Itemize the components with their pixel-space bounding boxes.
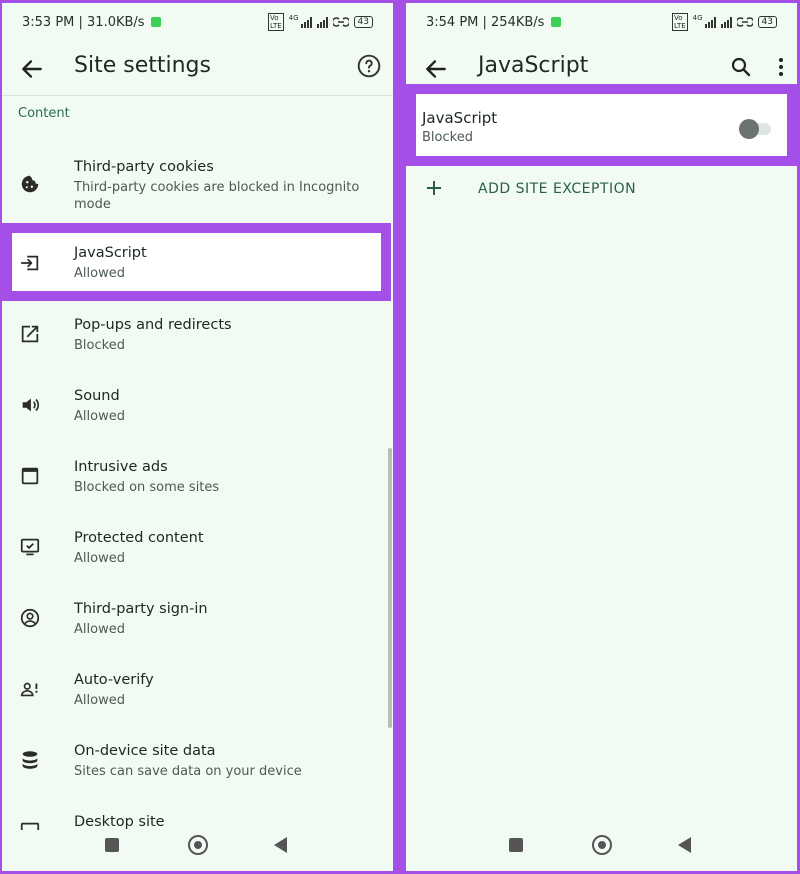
search-icon[interactable] [729,55,753,79]
setting-protected-content[interactable]: Protected content Allowed [2,526,393,586]
volte-icon: Vo LTE [268,13,284,31]
setting-title: On-device site data [74,743,216,759]
javascript-toggle[interactable] [739,119,771,139]
home-icon[interactable] [188,835,208,855]
cookie-icon [21,175,39,193]
setting-subtitle: Sites can save data on your device [74,764,302,779]
volte-icon: Vo LTE [672,13,688,31]
sound-icon [22,398,40,412]
status-bar: 3:54 PM | 254KB/s Vo LTE 4G 43 [406,3,797,45]
page-title: JavaScript [478,53,589,78]
header-divider [2,95,393,96]
scrollbar[interactable] [388,448,392,728]
setting-on-device-site-data[interactable]: On-device site data Sites can save data … [2,739,393,799]
setting-subtitle: Blocked [74,338,125,353]
signal-icon [300,16,312,28]
setting-javascript[interactable]: JavaScript Allowed [2,233,393,291]
page-title: Site settings [74,53,211,78]
help-icon[interactable] [356,53,382,79]
section-label-content: Content [18,106,70,121]
signal-2-icon [720,16,732,28]
setting-subtitle: Third-party cookies are blocked in Incog… [74,180,360,212]
battery-icon: 43 [757,16,777,28]
setting-title: Intrusive ads [74,459,168,475]
setting-title: Pop-ups and redirects [74,317,232,333]
setting-third-party-cookies[interactable]: Third-party cookies Third-party cookies … [2,153,393,219]
setting-title: JavaScript [74,245,147,261]
recents-icon[interactable] [105,838,119,852]
sign-in-icon [20,608,40,628]
app-bar: Site settings [2,45,393,95]
status-time: 3:53 PM | 31.0KB/s [22,15,161,30]
setting-title: Third-party sign-in [74,601,208,617]
navigation-bar [2,823,393,871]
setting-popups[interactable]: Pop-ups and redirects Blocked [2,313,393,373]
setting-sound[interactable]: Sound Allowed [2,384,393,444]
link-icon [332,17,349,27]
home-icon[interactable] [592,835,612,855]
setting-subtitle: Allowed [74,266,125,281]
plus-icon [427,181,441,195]
battery-icon: 43 [353,16,373,28]
setting-title: Protected content [74,530,204,546]
setting-title: Auto-verify [74,672,154,688]
status-icons: Vo LTE 4G 43 [268,13,373,31]
more-options-icon[interactable] [775,55,787,79]
popup-icon [21,325,39,343]
back-arrow-icon[interactable] [423,56,449,82]
javascript-setting-title: JavaScript [422,109,498,127]
nav-back-icon[interactable] [274,837,287,853]
status-time: 3:54 PM | 254KB/s [426,15,561,30]
status-icons: Vo LTE 4G 43 [672,13,777,31]
signal-2-icon [316,16,328,28]
navigation-bar [406,823,797,871]
auto-verify-icon [20,682,38,697]
setting-subtitle: Allowed [74,622,125,637]
network-4g-icon: 4G [288,14,299,22]
site-settings-screen: 3:53 PM | 31.0KB/s Vo LTE 4G 43 Site sett… [2,3,393,871]
back-arrow-icon[interactable] [19,56,45,82]
setting-title: Third-party cookies [74,159,214,175]
add-site-exception-label: ADD SITE EXCEPTION [478,181,637,197]
javascript-icon [20,255,39,271]
toggle-thumb [739,119,759,139]
setting-auto-verify[interactable]: Auto-verify Allowed [2,668,393,728]
recents-icon[interactable] [509,838,523,852]
javascript-setting-status: Blocked [422,130,473,145]
protected-content-icon [20,538,40,556]
setting-subtitle: Allowed [74,409,125,424]
link-icon [736,17,753,27]
setting-subtitle: Allowed [74,551,125,566]
status-bar: 3:53 PM | 31.0KB/s Vo LTE 4G 43 [2,3,393,45]
ads-icon [21,467,39,485]
database-icon [22,751,38,769]
network-4g-icon: 4G [692,14,703,22]
setting-subtitle: Allowed [74,693,125,708]
nav-back-icon[interactable] [678,837,691,853]
setting-intrusive-ads[interactable]: Intrusive ads Blocked on some sites [2,455,393,515]
setting-third-party-sign-in[interactable]: Third-party sign-in Allowed [2,597,393,657]
setting-title: Sound [74,388,120,404]
javascript-screen: 3:54 PM | 254KB/s Vo LTE 4G 43 JavaScript… [406,3,797,871]
signal-icon [704,16,716,28]
setting-subtitle: Blocked on some sites [74,480,220,495]
